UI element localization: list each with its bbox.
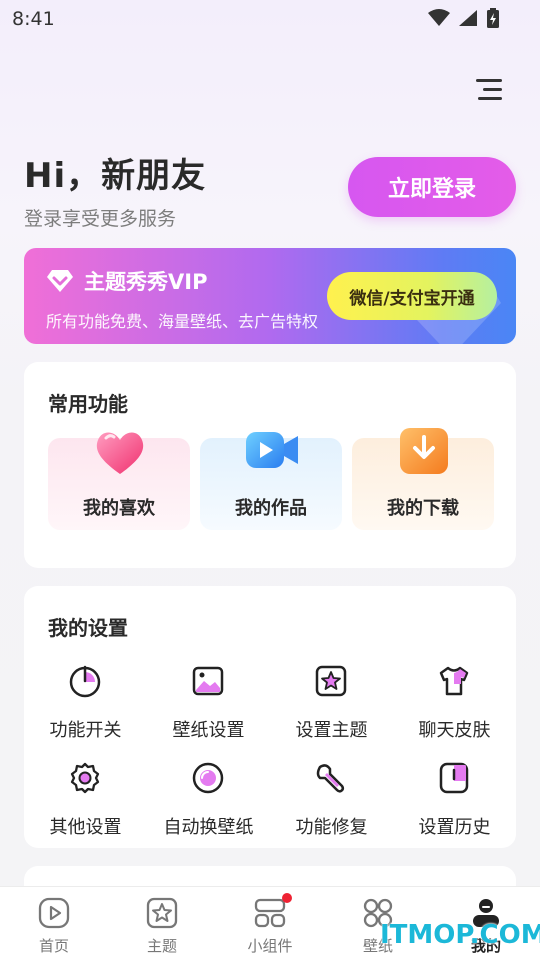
signal-icon xyxy=(459,10,477,26)
vip-title: 主题秀秀VIP xyxy=(84,270,208,294)
setting-history[interactable]: 设置历史 xyxy=(393,761,516,841)
setting-other[interactable]: 其他设置 xyxy=(24,761,147,841)
my-downloads-tile[interactable]: 我的下载 xyxy=(352,428,494,530)
history-icon xyxy=(439,762,469,794)
setting-label: 功能开关 xyxy=(49,720,122,741)
vip-title-row: 主题秀秀VIP xyxy=(46,266,207,296)
tshirt-icon xyxy=(439,666,469,696)
wifi-icon xyxy=(428,9,450,26)
status-bar: 8:41 xyxy=(0,0,540,38)
video-camera-icon xyxy=(246,432,298,468)
my-works-label: 我的作品 xyxy=(235,498,307,519)
tab-label: 小组件 xyxy=(247,937,293,955)
tab-widgets[interactable]: 小组件 xyxy=(216,887,324,960)
common-functions-card: 常用功能 我的喜欢 我的作品 我的下载 xyxy=(24,362,516,568)
vip-diamond-icon xyxy=(47,270,73,292)
login-button[interactable]: 立即登录 xyxy=(348,157,516,217)
vip-subtitle: 所有功能免费、海量壁纸、去广告特权 xyxy=(46,312,319,331)
setting-label: 其他设置 xyxy=(49,817,122,838)
my-works-tile[interactable]: 我的作品 xyxy=(200,432,342,530)
setting-repair[interactable]: 功能修复 xyxy=(270,761,393,841)
setting-wallpaper[interactable]: 壁纸设置 xyxy=(147,664,270,744)
setting-label: 壁纸设置 xyxy=(172,720,245,741)
tab-home[interactable]: 首页 xyxy=(0,887,108,960)
gear-icon xyxy=(70,762,100,794)
theme-icon xyxy=(146,897,178,929)
vip-open-button[interactable]: 微信/支付宝开通 xyxy=(327,272,497,320)
status-time: 8:41 xyxy=(12,8,55,30)
tab-label: 主题 xyxy=(146,937,177,955)
my-settings-title: 我的设置 xyxy=(48,616,128,640)
setting-chat-skin[interactable]: 聊天皮肤 xyxy=(393,664,516,744)
widget-icon xyxy=(254,898,286,928)
battery-icon xyxy=(487,8,499,28)
common-functions-title: 常用功能 xyxy=(48,392,128,416)
power-icon xyxy=(69,665,101,698)
wrench-icon xyxy=(316,764,345,793)
my-downloads-label: 我的下载 xyxy=(387,498,459,519)
widget-badge xyxy=(282,893,292,903)
watermark-text: ITMOP.COM xyxy=(380,920,540,950)
setting-function-switch[interactable]: 功能开关 xyxy=(24,664,147,744)
status-icons xyxy=(428,8,500,28)
my-likes-tile[interactable]: 我的喜欢 xyxy=(48,432,190,530)
greeting-subtitle: 登录享受更多服务 xyxy=(24,208,177,230)
my-likes-label: 我的喜欢 xyxy=(83,498,155,519)
auto-wallpaper-icon xyxy=(192,762,224,794)
setting-label: 设置历史 xyxy=(418,817,491,838)
download-icon xyxy=(400,428,448,474)
setting-label: 功能修复 xyxy=(295,817,368,838)
greeting-title: Hi，新朋友 xyxy=(24,156,207,196)
setting-theme[interactable]: 设置主题 xyxy=(270,664,393,744)
theme-star-icon xyxy=(315,665,347,697)
image-icon xyxy=(192,666,224,696)
tab-label: 首页 xyxy=(38,937,69,955)
setting-label: 聊天皮肤 xyxy=(418,720,491,741)
setting-label: 自动换壁纸 xyxy=(163,817,254,838)
setting-label: 设置主题 xyxy=(295,720,368,741)
setting-auto-wallpaper[interactable]: 自动换壁纸 xyxy=(147,761,270,841)
my-settings-card: 我的设置 功能开关 壁纸设置 设置主题 聊天皮肤 其他设置 自动换壁纸 功能修复… xyxy=(24,586,516,848)
menu-icon[interactable] xyxy=(474,76,504,104)
play-icon xyxy=(38,897,70,929)
tab-theme[interactable]: 主题 xyxy=(108,887,216,960)
vip-banner[interactable]: 主题秀秀VIP 所有功能免费、海量壁纸、去广告特权 微信/支付宝开通 xyxy=(24,248,516,344)
heart-icon xyxy=(96,432,144,474)
